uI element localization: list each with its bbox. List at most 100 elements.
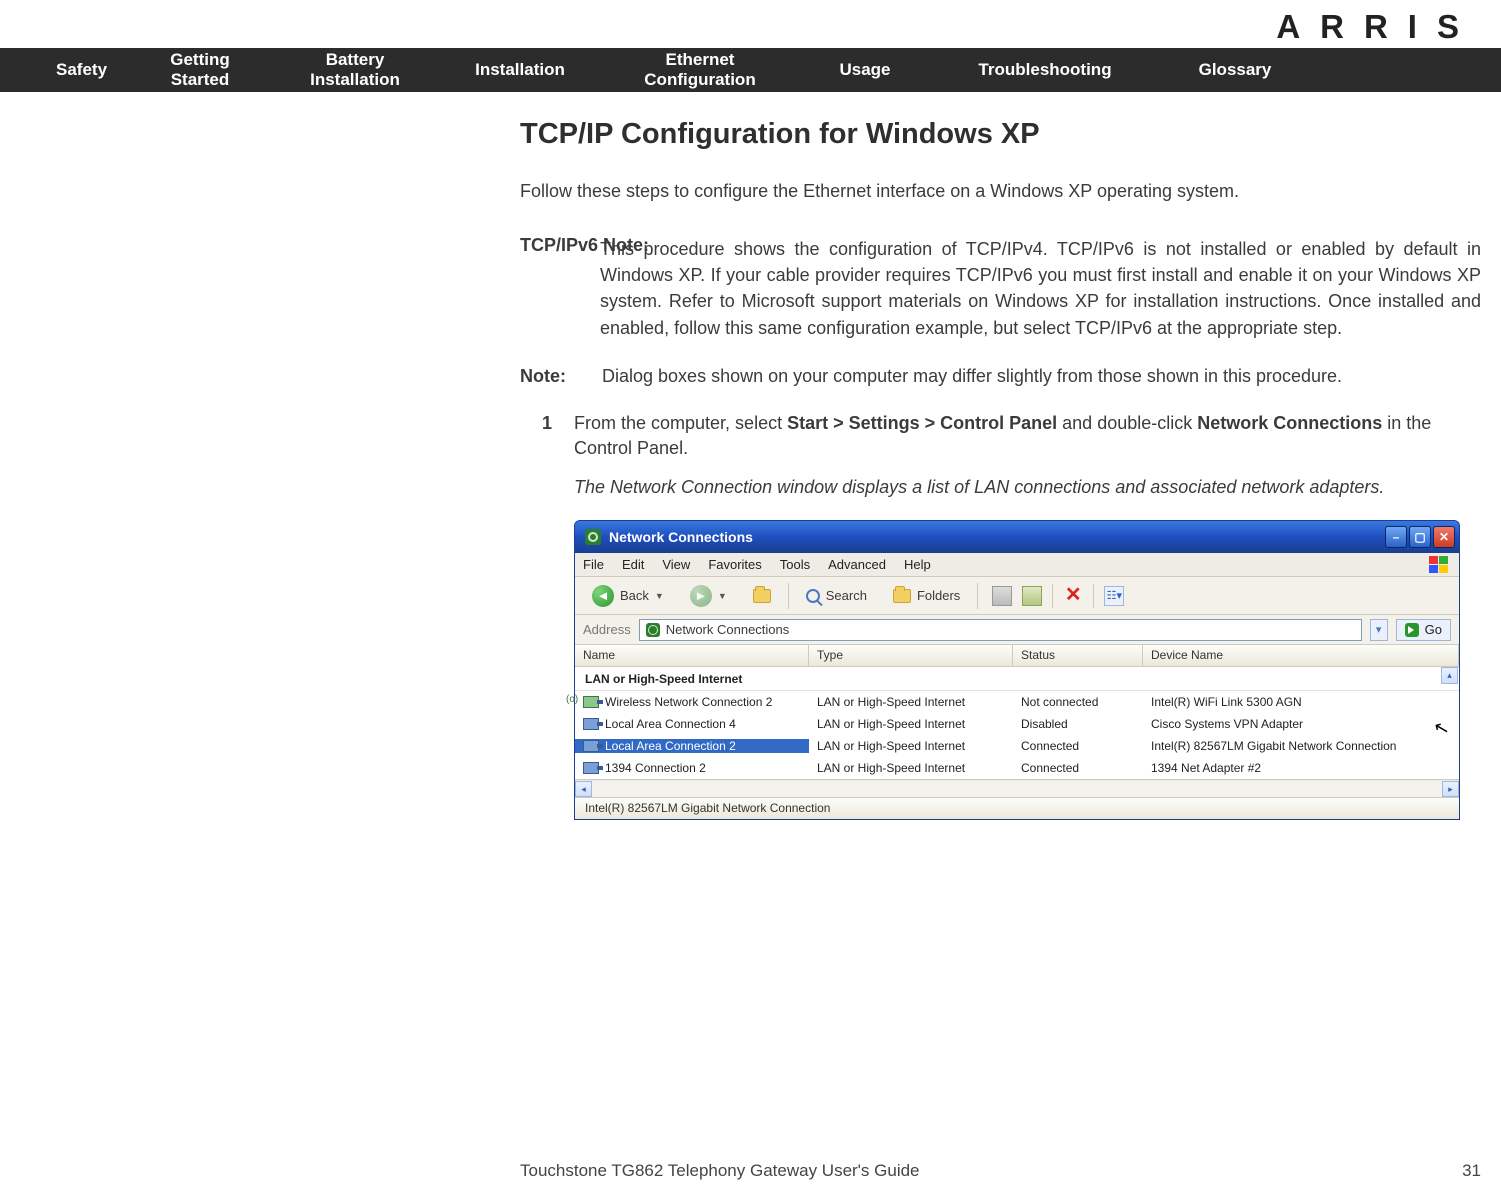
window-titlebar[interactable]: Network Connections – ▢ ✕ [575,521,1459,553]
brand-logo: ARRIS [1276,8,1479,46]
nav-ethernet-configuration[interactable]: Ethernet Configuration [600,50,800,91]
step-1-result: The Network Connection window displays a… [574,475,1481,500]
menu-tools[interactable]: Tools [780,557,810,572]
maximize-button[interactable]: ▢ [1409,526,1431,548]
row-status: Disabled [1013,717,1143,731]
address-dropdown[interactable]: ▾ [1370,619,1388,641]
back-icon: ◄ [592,585,614,607]
address-value: Network Connections [666,622,790,637]
toolbar: ◄ Back ▼ ► ▼ Search Folders [575,577,1459,615]
nav-battery-installation[interactable]: Battery Installation [270,50,440,91]
nav-ethernet-l1: Ethernet [666,50,735,69]
nav-troubleshooting[interactable]: Troubleshooting [930,60,1160,80]
col-status[interactable]: Status [1013,645,1143,666]
nav-battery-l1: Battery [326,50,385,69]
toolbar-separator-2 [977,583,978,609]
col-type[interactable]: Type [809,645,1013,666]
step-1-body: From the computer, select Start > Settin… [574,411,1481,461]
nav-getting-started[interactable]: Getting Started [130,50,270,91]
toolbar-separator [788,583,789,609]
col-device[interactable]: Device Name [1143,645,1459,666]
back-button[interactable]: ◄ Back ▼ [583,582,673,610]
list-item[interactable]: 1394 Connection 2 LAN or High-Speed Inte… [575,757,1459,779]
minimize-button[interactable]: – [1385,526,1407,548]
nav-getting-started-l1: Getting [170,50,230,69]
menu-advanced[interactable]: Advanced [828,557,886,572]
menu-edit[interactable]: Edit [622,557,644,572]
row-name: 1394 Connection 2 [605,761,706,775]
status-bar: Intel(R) 82567LM Gigabit Network Connect… [575,797,1459,819]
copy-to-icon[interactable] [1022,586,1042,606]
footer-title: Touchstone TG862 Telephony Gateway User'… [520,1161,1421,1181]
row-status: Connected [1013,761,1143,775]
address-input[interactable]: Network Connections [639,619,1362,641]
row-status: Connected [1013,739,1143,753]
general-note-label: Note: [520,363,602,389]
toolbar-separator-4 [1093,584,1094,608]
page-number: 31 [1421,1161,1481,1181]
menu-view[interactable]: View [662,557,690,572]
windows-flag-icon [1429,556,1451,574]
forward-button[interactable]: ► ▼ [681,582,736,610]
nav-safety[interactable]: Safety [30,60,130,80]
step-1-number: 1 [520,411,574,461]
toolbar-separator-3 [1052,584,1053,608]
delete-icon[interactable]: ✕ [1063,586,1083,606]
folders-button[interactable]: Folders [884,582,969,610]
step-1-text-a: From the computer, select [574,413,787,433]
go-button[interactable]: Go [1396,619,1451,641]
nic-icon [583,740,599,752]
search-icon [806,589,820,603]
list-body: ▴ LAN or High-Speed Internet Wireless Ne… [575,667,1459,779]
page-title: TCP/IP Configuration for Windows XP [520,118,1481,151]
up-folder-icon [753,589,771,603]
row-type: LAN or High-Speed Internet [809,717,1013,731]
menu-help[interactable]: Help [904,557,931,572]
scroll-up-button[interactable]: ▴ [1441,667,1458,684]
close-button[interactable]: ✕ [1433,526,1455,548]
forward-dropdown-icon[interactable]: ▼ [718,591,727,601]
intro-text: Follow these steps to configure the Ethe… [520,179,1481,204]
network-icon [585,529,601,545]
menu-file[interactable]: File [583,557,604,572]
row-type: LAN or High-Speed Internet [809,695,1013,709]
step-1: 1 From the computer, select Start > Sett… [520,411,1481,461]
col-name[interactable]: Name [575,645,809,666]
nic-icon [583,718,599,730]
scroll-track[interactable] [592,781,1442,797]
search-button[interactable]: Search [797,582,876,610]
step-1-path: Start > Settings > Control Panel [787,413,1057,433]
list-group: LAN or High-Speed Internet [575,667,1459,691]
folders-label: Folders [917,588,960,603]
move-to-icon[interactable] [992,586,1012,606]
row-name: Local Area Connection 2 [605,739,736,753]
content: TCP/IP Configuration for Windows XP Foll… [520,118,1481,820]
wifi-nic-icon [583,696,599,708]
scroll-right-button[interactable]: ▸ [1442,781,1459,797]
up-button[interactable] [744,582,780,610]
row-type: LAN or High-Speed Internet [809,739,1013,753]
back-label: Back [620,588,649,603]
row-name: Wireless Network Connection 2 [605,695,772,709]
list-item[interactable]: Local Area Connection 4 LAN or High-Spee… [575,713,1459,735]
go-label: Go [1425,622,1442,637]
nav-usage[interactable]: Usage [800,60,930,80]
views-button[interactable]: ☷▾ [1104,586,1124,606]
step-1-text-c: and double-click [1057,413,1197,433]
horizontal-scrollbar[interactable]: ◂ ▸ [575,779,1459,797]
general-note: Note: Dialog boxes shown on your compute… [520,363,1481,389]
nav-installation[interactable]: Installation [440,60,600,80]
row-status: Not connected [1013,695,1143,709]
row-type: LAN or High-Speed Internet [809,761,1013,775]
folders-icon [893,589,911,603]
address-label: Address [583,622,631,637]
back-dropdown-icon[interactable]: ▼ [655,591,664,601]
list-item[interactable]: Wireless Network Connection 2 LAN or Hig… [575,691,1459,713]
scroll-left-button[interactable]: ◂ [575,781,592,797]
nav-glossary[interactable]: Glossary [1160,60,1310,80]
menu-favorites[interactable]: Favorites [708,557,761,572]
list-item-selected[interactable]: Local Area Connection 2 LAN or High-Spee… [575,735,1459,757]
search-label: Search [826,588,867,603]
step-1-target: Network Connections [1197,413,1382,433]
nic-icon [583,762,599,774]
